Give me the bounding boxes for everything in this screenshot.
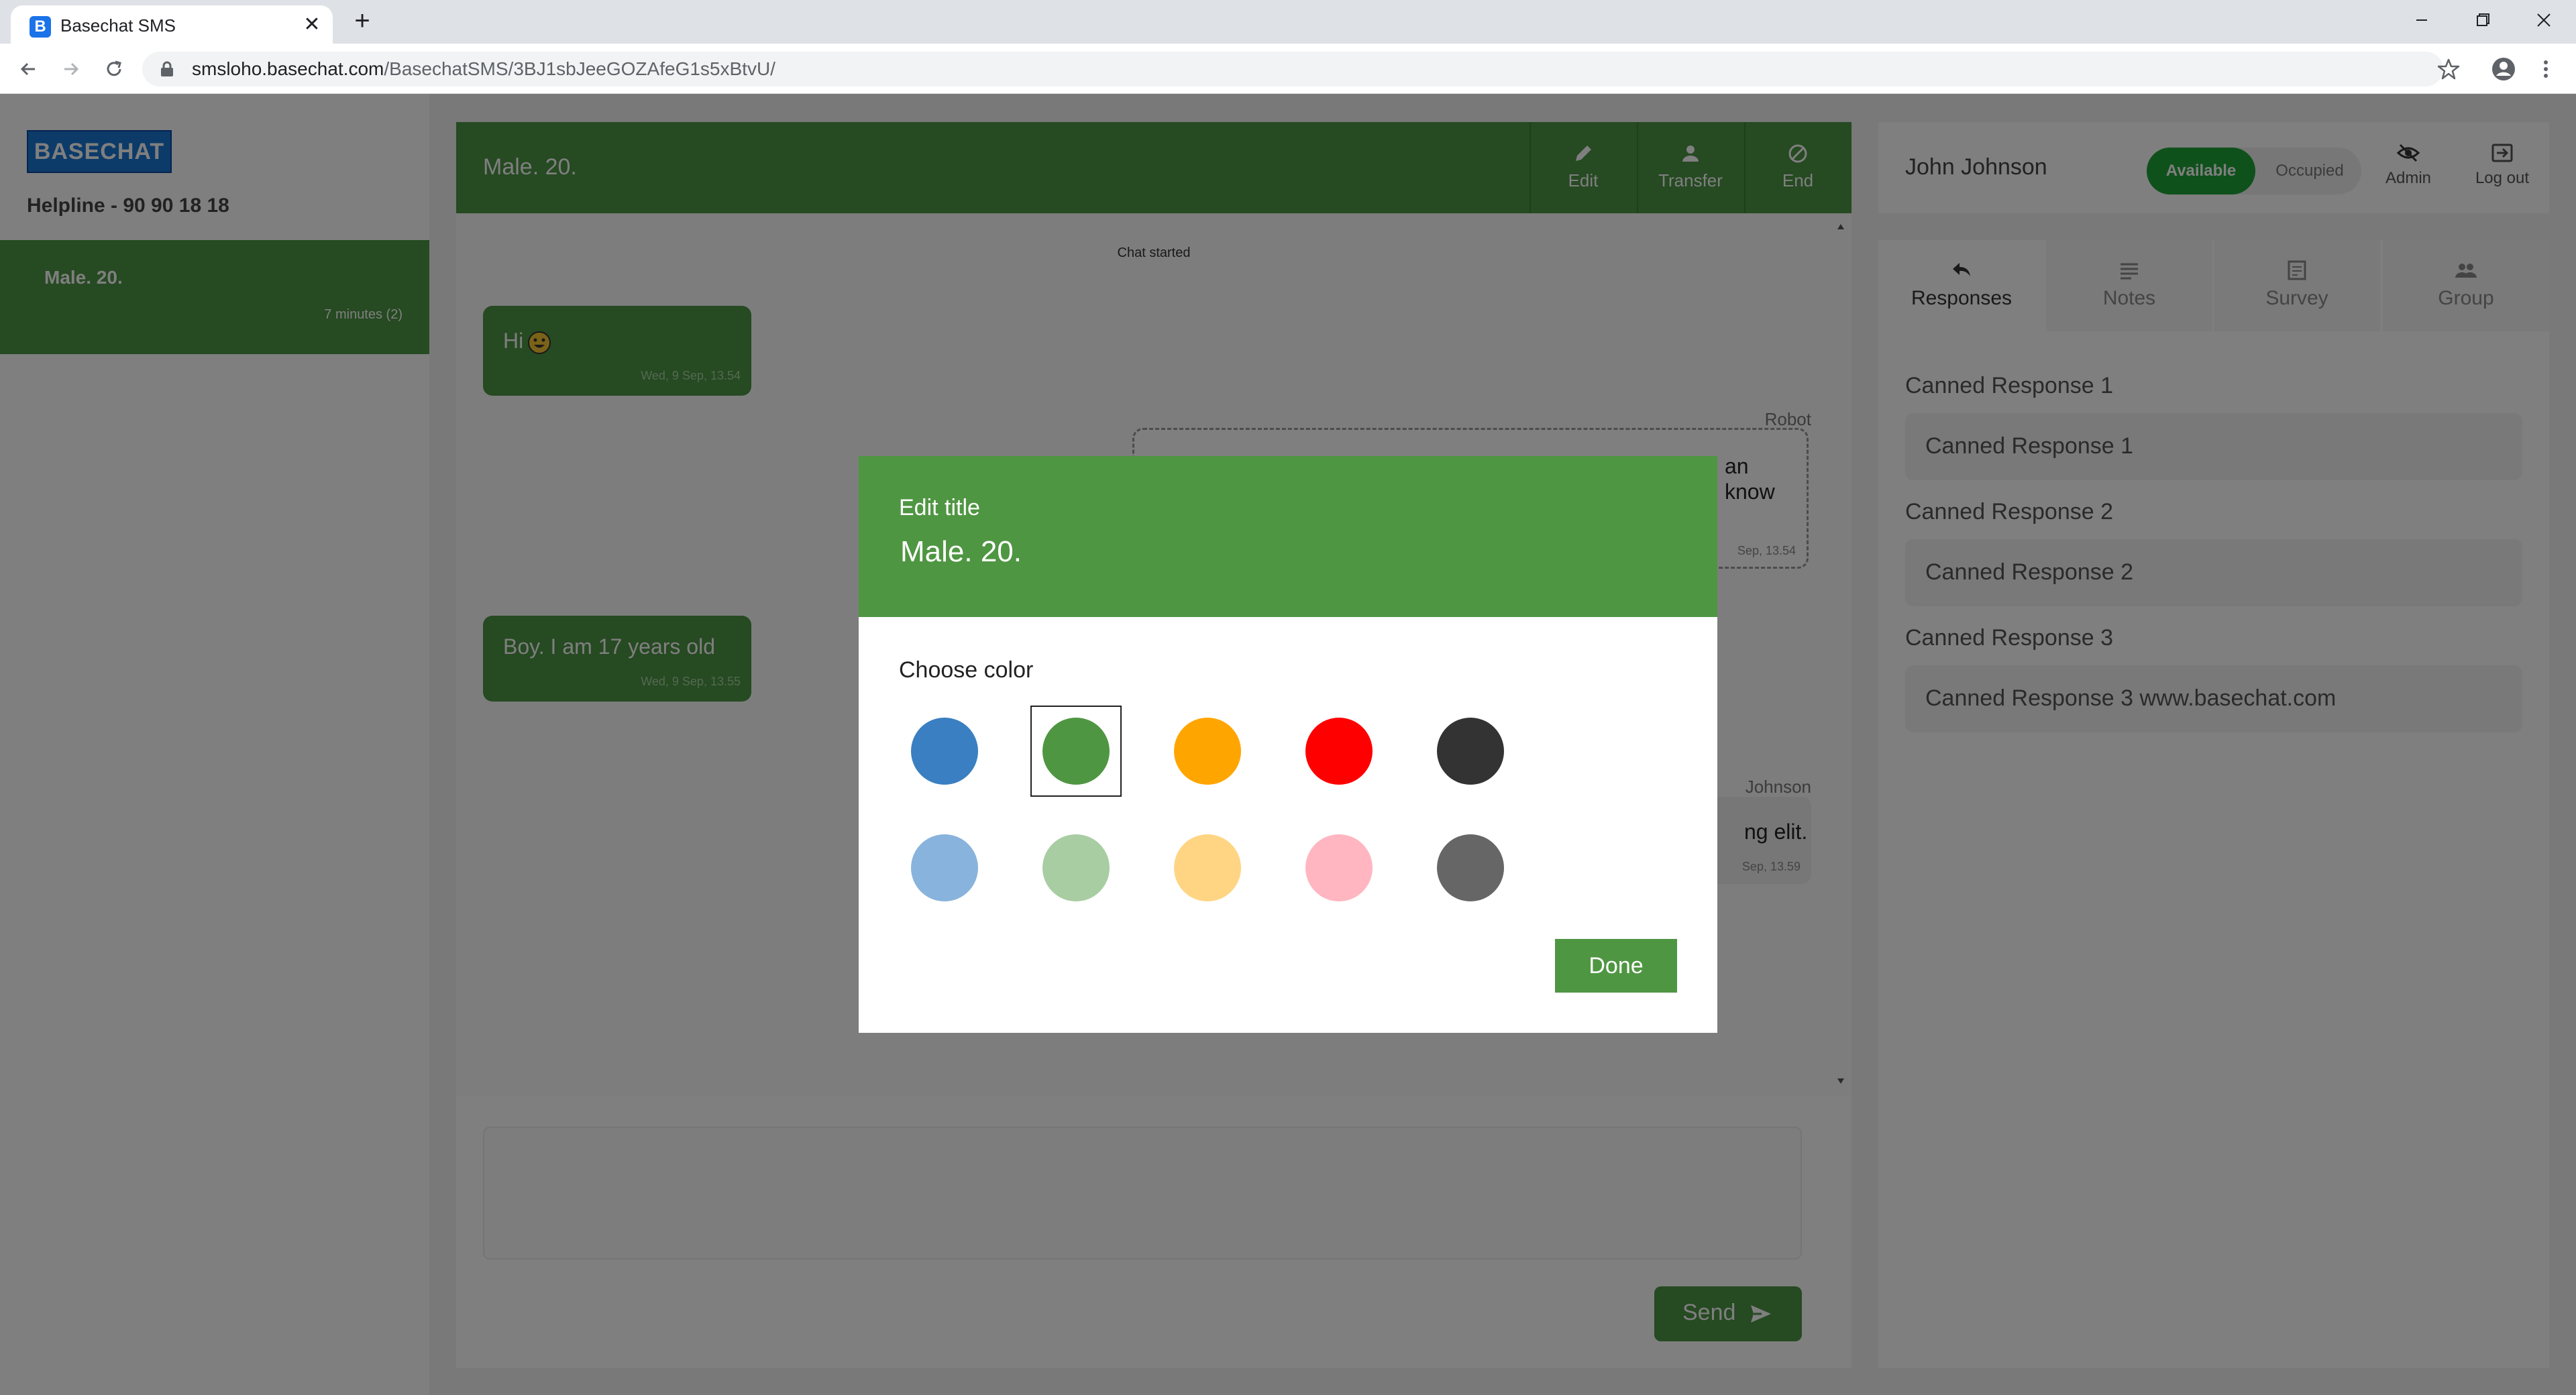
url-text: smsloho.basechat.com/BasechatSMS/3BJ1sbJ… — [192, 58, 775, 80]
window-close-icon[interactable] — [2524, 7, 2564, 34]
tab-title: Basechat SMS — [60, 15, 176, 36]
color-swatch[interactable] — [911, 718, 978, 785]
dialog-label: Edit title — [899, 495, 980, 520]
url-host: smsloho.basechat.com — [192, 58, 384, 79]
tab-close-icon[interactable]: ✕ — [301, 13, 323, 36]
color-swatch[interactable] — [1437, 834, 1504, 901]
color-swatch[interactable] — [1042, 834, 1110, 901]
url-path: /BasechatSMS/3BJ1sbJeeGOZAfeG1s5xBtvU/ — [384, 58, 775, 79]
profile-avatar-icon[interactable] — [2490, 56, 2517, 82]
color-swatch[interactable] — [1174, 718, 1241, 785]
reload-icon[interactable] — [101, 56, 127, 82]
modal-backdrop[interactable]: Edit title Male. 20. Choose color Done — [0, 94, 2576, 1395]
dialog-header: Edit title Male. 20. — [859, 456, 1717, 617]
browser-tab-strip: B Basechat SMS ✕ + — [0, 0, 2576, 44]
done-button[interactable]: Done — [1555, 939, 1677, 993]
browser-tab[interactable]: B Basechat SMS ✕ — [11, 5, 333, 44]
choose-color-label: Choose color — [899, 657, 1034, 683]
color-swatch[interactable] — [911, 834, 978, 901]
color-swatch[interactable] — [1437, 718, 1504, 785]
color-swatch[interactable] — [1305, 834, 1373, 901]
more-menu-icon[interactable] — [2536, 56, 2556, 82]
color-swatch[interactable] — [1305, 718, 1373, 785]
title-input[interactable]: Male. 20. — [900, 535, 1022, 569]
bookmark-star-icon[interactable] — [2435, 56, 2462, 82]
address-bar[interactable]: smsloho.basechat.com/BasechatSMS/3BJ1sbJ… — [142, 52, 2443, 87]
lock-icon — [160, 61, 174, 77]
selected-swatch-outline — [1030, 706, 1122, 797]
color-swatch[interactable] — [1174, 834, 1241, 901]
forward-arrow-icon[interactable] — [58, 56, 85, 82]
restore-icon[interactable] — [2462, 7, 2502, 34]
browser-toolbar: smsloho.basechat.com/BasechatSMS/3BJ1sbJ… — [0, 44, 2576, 94]
edit-title-dialog: Edit title Male. 20. Choose color Done — [859, 456, 1717, 1033]
favicon-icon: B — [30, 16, 51, 38]
minimize-icon[interactable] — [2402, 7, 2442, 34]
back-arrow-icon[interactable] — [15, 56, 42, 82]
new-tab-button[interactable]: + — [349, 7, 376, 35]
